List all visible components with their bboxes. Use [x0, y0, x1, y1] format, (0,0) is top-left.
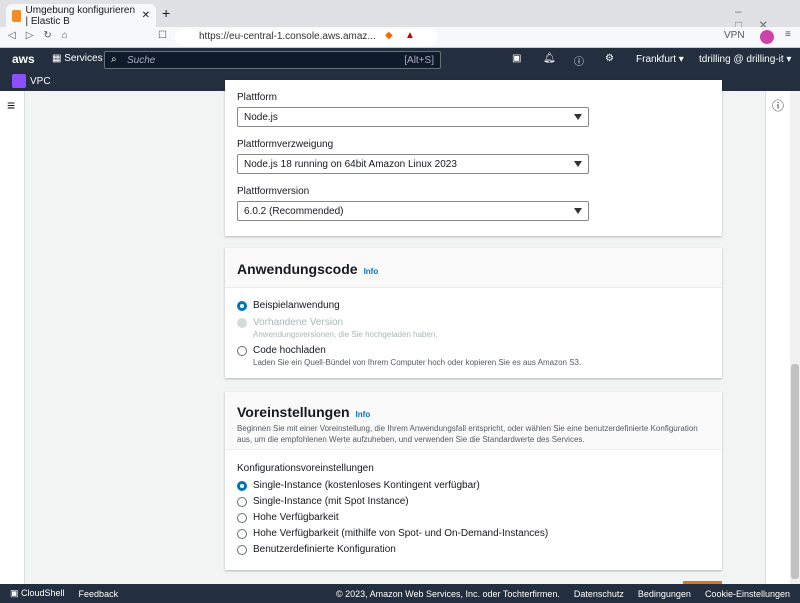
radio-label: Hohe Verfügbarkeit (mithilfe von Spot- u… — [253, 528, 549, 539]
tools-panel-collapsed: ⓘ — [765, 91, 790, 584]
radio-button[interactable] — [237, 529, 247, 539]
radio-label: Single-Instance (mit Spot Instance) — [253, 496, 409, 507]
radio-label: Single-Instance (kostenloses Kontingent … — [253, 480, 480, 491]
browser-tab[interactable]: Umgebung konfigurieren | Elastic B ✕ — [6, 4, 156, 27]
services-label: Services — [64, 53, 103, 64]
radio-label: Vorhandene Version — [253, 317, 344, 328]
new-tab-button[interactable]: + — [162, 5, 170, 21]
platform-label: Plattform — [237, 92, 278, 103]
brave-shield-icon[interactable]: ◆ — [385, 30, 393, 41]
cookie-settings-link[interactable]: Cookie-Einstellungen — [705, 589, 790, 599]
search-input[interactable]: ⌕ Suche [Alt+S] — [104, 51, 441, 69]
info-link[interactable]: Info — [356, 410, 371, 419]
branch-label: Plattformverzweigung — [237, 139, 334, 150]
presets-panel: Voreinstellungen Info Beginnen Sie mit ei… — [225, 392, 722, 570]
vpn-button[interactable]: VPN — [724, 30, 745, 41]
platform-panel: Plattform Node.js Plattformverzweigung N… — [225, 80, 722, 236]
favicon-icon — [12, 9, 21, 22]
radio-label: Benutzerdefinierte Konfiguration — [253, 544, 396, 555]
profile-avatar[interactable] — [760, 30, 774, 44]
radio-upload-code[interactable]: Code hochladen Laden Sie ein Quell-Bündel… — [237, 345, 710, 367]
help-icon[interactable]: ⓘ — [574, 53, 584, 68]
terms-link[interactable]: Bedingungen — [638, 589, 691, 599]
preset-option[interactable]: Single-Instance (kostenloses Kontingent … — [237, 480, 710, 491]
info-link[interactable]: Info — [364, 267, 379, 276]
side-nav-collapsed: ≡ — [0, 91, 25, 584]
search-icon: ⌕ — [111, 54, 117, 65]
branch-select[interactable]: Node.js 18 running on 64bit Amazon Linux… — [237, 154, 589, 174]
radio-button[interactable] — [237, 481, 247, 491]
version-select[interactable]: 6.0.2 (Recommended) — [237, 201, 589, 221]
search-shortcut: [Alt+S] — [404, 55, 434, 66]
radio-existing-version: Vorhandene Version Anwendungsversionen, d… — [237, 317, 710, 339]
region-selector[interactable]: Frankfurt ▾ — [636, 54, 684, 65]
url-input[interactable]: https://eu-central-1.console.aws.amaz... — [175, 29, 437, 46]
section-title: Voreinstellungen — [237, 404, 350, 420]
menu-icon[interactable]: ≡ — [785, 29, 791, 40]
preset-option[interactable]: Benutzerdefinierte Konfiguration — [237, 544, 710, 555]
radio-button[interactable] — [237, 497, 247, 507]
radio-label: Code hochladen — [253, 345, 326, 356]
aws-top-nav: aws ▦ Services ⌕ Suche [Alt+S] ▣ 🔔︎ ⓘ ⚙ Fr… — [0, 48, 800, 72]
privacy-link[interactable]: Datenschutz — [574, 589, 624, 599]
console-footer: ▣ CloudShell Feedback © 2023, Amazon Web… — [0, 584, 800, 603]
cloudshell-icon[interactable]: ▣ — [512, 53, 521, 64]
browser-tab-bar: Umgebung konfigurieren | Elastic B ✕ + –□… — [0, 0, 800, 32]
version-label: Plattformversion — [237, 186, 310, 197]
presets-group-label: Konfigurationsvoreinstellungen — [237, 463, 374, 474]
aws-logo[interactable]: aws — [12, 52, 35, 66]
cloudshell-label: CloudShell — [21, 588, 65, 598]
info-icon[interactable]: ⓘ — [772, 97, 784, 114]
scrollbar-thumb[interactable] — [791, 364, 799, 579]
radio-label: Beispielanwendung — [253, 300, 340, 311]
section-title: Anwendungscode — [237, 261, 358, 277]
radio-button — [237, 318, 247, 328]
radio-button[interactable] — [237, 513, 247, 523]
preset-option[interactable]: Single-Instance (mit Spot Instance) — [237, 496, 710, 507]
radio-description: Anwendungsversionen, die Sie hochgeladen… — [253, 330, 438, 339]
radio-button[interactable] — [237, 301, 247, 311]
application-code-panel: Anwendungscode Info Beispielanwendung Vor… — [225, 248, 722, 378]
platform-select[interactable]: Node.js — [237, 107, 589, 127]
grid-icon: ▦ — [52, 53, 65, 64]
copyright: © 2023, Amazon Web Services, Inc. oder T… — [335, 588, 560, 599]
preset-option[interactable]: Hohe Verfügbarkeit — [237, 512, 710, 523]
brave-rewards-icon[interactable]: ▲ — [405, 30, 415, 41]
feedback-link[interactable]: Feedback — [79, 589, 119, 599]
services-button[interactable]: ▦ Services — [52, 53, 103, 64]
address-bar-row: ◁▷↻⌂ ☐ https://eu-central-1.console.aws.… — [0, 27, 800, 48]
vpc-icon — [12, 74, 26, 88]
hamburger-menu-icon[interactable]: ≡ — [7, 97, 15, 113]
account-menu[interactable]: tdrilling @ drilling-it ▾ — [699, 54, 791, 65]
radio-button[interactable] — [237, 545, 247, 555]
radio-button[interactable] — [237, 346, 247, 356]
gear-icon[interactable]: ⚙ — [605, 53, 614, 64]
section-description: Beginnen Sie mit einer Voreinstellung, d… — [237, 424, 698, 444]
bell-icon[interactable]: 🔔︎ — [543, 53, 556, 64]
radio-description: Laden Sie ein Quell-Bündel von Ihrem Com… — [253, 358, 582, 367]
cloudshell-icon: ▣ — [10, 588, 22, 598]
cloudshell-button[interactable]: ▣ CloudShell — [10, 588, 65, 599]
close-tab-icon[interactable]: ✕ — [142, 10, 150, 21]
vpc-shortcut[interactable]: VPC — [30, 76, 51, 87]
nav-buttons[interactable]: ◁▷↻⌂ — [8, 30, 78, 41]
scrollbar[interactable] — [790, 91, 800, 584]
tab-title: Umgebung konfigurieren | Elastic B — [25, 4, 136, 27]
preset-option[interactable]: Hohe Verfügbarkeit (mithilfe von Spot- u… — [237, 528, 710, 539]
radio-label: Hohe Verfügbarkeit — [253, 512, 339, 523]
radio-sample-app[interactable]: Beispielanwendung — [237, 300, 710, 311]
search-placeholder: Suche — [127, 55, 156, 66]
bookmark-icon[interactable]: ☐ — [158, 30, 167, 41]
